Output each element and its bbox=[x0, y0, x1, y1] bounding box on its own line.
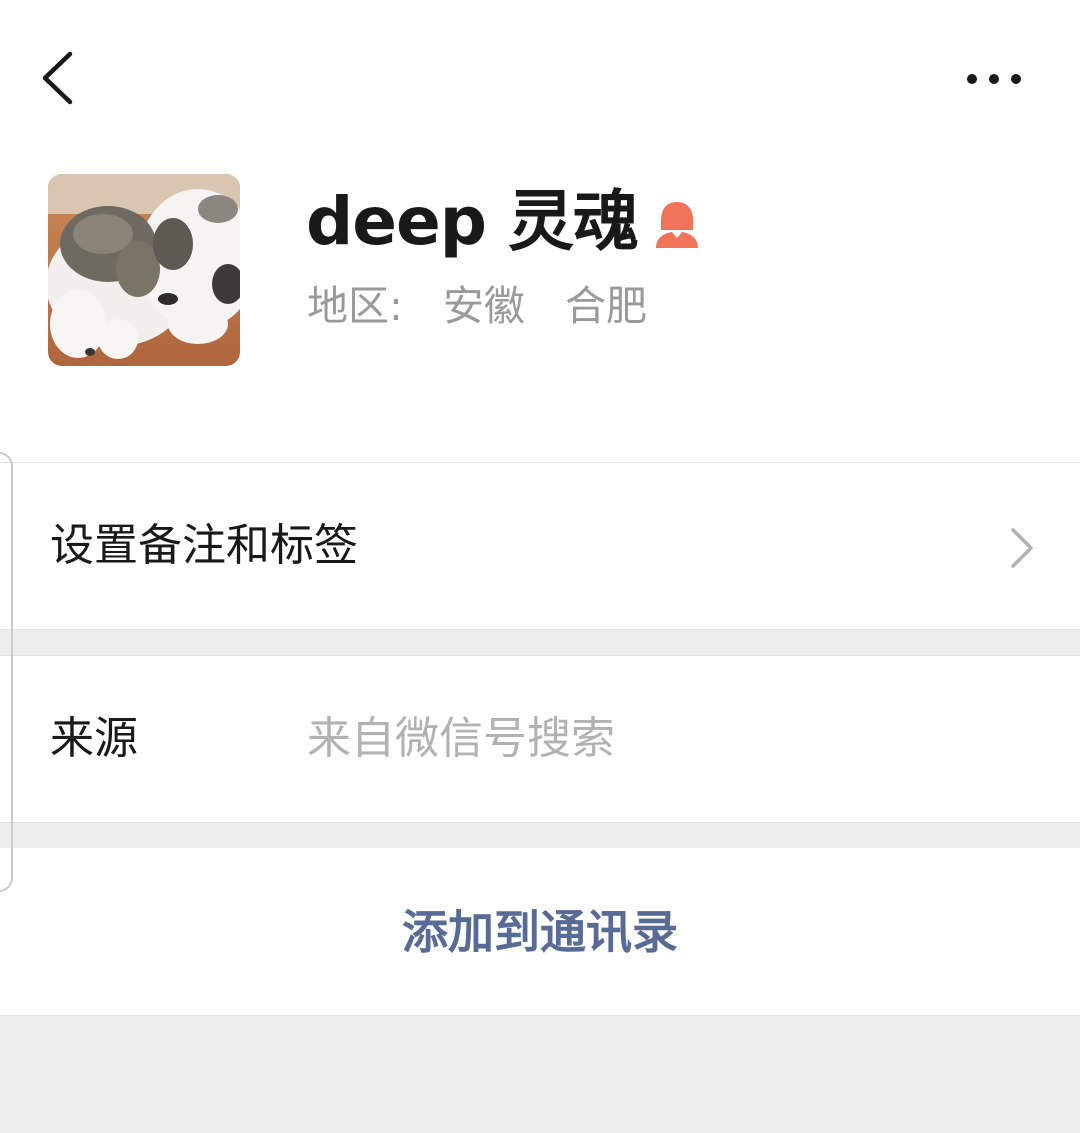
chevron-left-icon bbox=[42, 51, 73, 105]
cat-photo-avatar bbox=[48, 174, 240, 366]
profile-header: deep 灵魂 地区: 安徽 合肥 bbox=[0, 0, 1080, 462]
female-icon bbox=[656, 202, 698, 248]
edge-swipe-handle[interactable] bbox=[0, 452, 13, 892]
profile-name: deep 灵魂 bbox=[306, 183, 639, 260]
more-button[interactable] bbox=[952, 54, 1042, 104]
profile-region: 地区: 安徽 合肥 bbox=[307, 278, 647, 334]
chevron-right-icon bbox=[1011, 528, 1033, 568]
region-province: 安徽 bbox=[442, 282, 525, 330]
region-city: 合肥 bbox=[565, 282, 648, 330]
remark-and-tags-row[interactable]: 设置备注和标签 bbox=[0, 462, 1080, 630]
add-to-contacts-button[interactable]: 添加到通讯录 bbox=[0, 900, 1080, 964]
remark-and-tags-label: 设置备注和标签 bbox=[50, 520, 358, 571]
more-dots-icon bbox=[967, 74, 1021, 84]
avatar[interactable] bbox=[48, 174, 240, 366]
back-button[interactable] bbox=[28, 40, 98, 120]
region-label: 地区: bbox=[307, 282, 403, 330]
source-value: 来自微信号搜索 bbox=[307, 713, 615, 764]
add-to-contacts-row[interactable]: 添加到通讯录 bbox=[0, 848, 1080, 1016]
source-row: 来源 来自微信号搜索 bbox=[0, 655, 1080, 823]
profile-name-row: deep 灵魂 bbox=[306, 180, 700, 264]
source-label: 来源 bbox=[50, 713, 138, 764]
